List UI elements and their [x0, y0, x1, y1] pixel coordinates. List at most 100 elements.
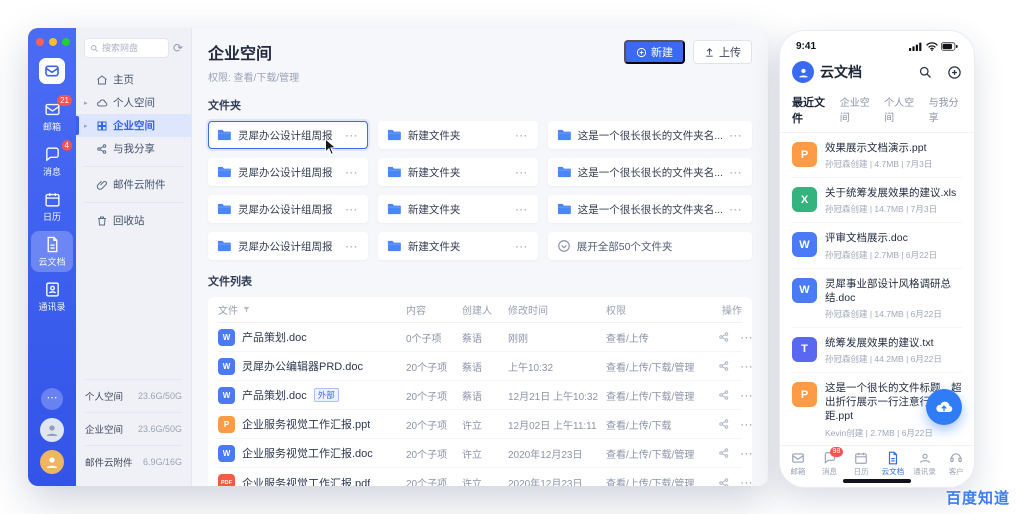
folder-more-button[interactable]: ⋯ [729, 166, 743, 179]
share-button[interactable] [718, 418, 730, 430]
search-input[interactable] [102, 43, 163, 53]
upload-button[interactable]: 上传 [693, 40, 752, 64]
list-item[interactable]: W 评审文档展示.doc 孙冠森创建 | 2.7MB | 6月22日 [792, 223, 962, 269]
share-button[interactable] [718, 447, 730, 459]
folder-more-button[interactable]: ⋯ [515, 240, 529, 253]
column-header-creator[interactable]: 创建人 [462, 302, 508, 317]
cloud-upload-fab[interactable] [926, 389, 962, 425]
sidebar-item-messages[interactable]: 4 消息 [31, 140, 73, 182]
expand-caret-icon[interactable]: ▸ [84, 122, 91, 130]
file-name[interactable]: 企业服务视觉工作汇报.ppt [242, 416, 370, 432]
nav-item-recycle-bin[interactable]: 回收站 [76, 209, 191, 232]
folder-more-button[interactable]: ⋯ [345, 129, 359, 142]
expand-caret-icon[interactable]: ▸ [84, 99, 91, 107]
avatar[interactable] [792, 61, 814, 83]
folder-more-button[interactable]: ⋯ [345, 166, 359, 179]
folder-more-button[interactable]: ⋯ [515, 203, 529, 216]
file-name[interactable]: 企业服务视觉工作汇报.doc [242, 445, 373, 461]
folder-more-button[interactable]: ⋯ [729, 129, 743, 142]
expand-all-folders-button[interactable]: 展开全部50个文件夹 [547, 232, 752, 260]
folder-card[interactable]: 灵犀办公设计组周报 ⋯ [208, 121, 368, 149]
tab-personal-space[interactable]: 个人空间 [884, 94, 917, 124]
folder-card[interactable]: 灵犀办公设计组周报 ⋯ [208, 158, 368, 186]
avatar[interactable] [40, 418, 64, 442]
sync-icon[interactable]: ⟳ [173, 42, 183, 54]
table-row[interactable]: W 产品策划.doc 外部 20个子项 蔡语 12月21日 上午10:32 查看… [218, 381, 753, 410]
folder-card[interactable]: 新建文件夹 ⋯ [377, 158, 538, 186]
folder-card[interactable]: 新建文件夹 ⋯ [377, 195, 538, 223]
permissions-subtitle: 权限: 查看/下载/管理 [208, 73, 300, 84]
table-row[interactable]: P 企业服务视觉工作汇报.ppt 20个子项 许立 12月02日 上午11:11… [218, 410, 753, 439]
list-item[interactable]: P 效果展示文档演示.ppt 孙冠森创建 | 4.7MB | 7月3日 [792, 133, 962, 179]
file-name[interactable]: 企业服务视觉工作汇报.pdf [242, 475, 370, 487]
avatar[interactable] [40, 450, 64, 474]
folder-card[interactable]: 灵犀办公设计组周报 ⋯ [208, 195, 368, 223]
folder-more-button[interactable]: ⋯ [345, 240, 359, 253]
close-button[interactable] [36, 38, 44, 46]
folder-card[interactable]: 这是一个很长很长的文件夹名... ⋯ [547, 195, 752, 223]
add-icon[interactable] [947, 65, 962, 80]
column-header-file[interactable]: 文件 [218, 302, 238, 317]
new-button[interactable]: 新建 [624, 40, 685, 64]
row-more-button[interactable]: ⋯ [740, 389, 754, 402]
column-header-permission[interactable]: 权限 [606, 302, 718, 317]
sidebar-item-contacts[interactable]: 通讯录 [31, 276, 73, 317]
column-header-modified[interactable]: 修改时间 [508, 302, 606, 317]
folders-section-title: 文件夹 [208, 100, 241, 112]
filter-icon[interactable] [242, 305, 251, 314]
folder-card[interactable]: 新建文件夹 ⋯ [377, 232, 538, 260]
tab-recent-files[interactable]: 最近文件 [792, 94, 829, 126]
table-row[interactable]: PDF 企业服务视觉工作汇报.pdf 20个子项 许立 2020年12月23日 … [218, 468, 753, 487]
minimize-button[interactable] [49, 38, 57, 46]
more-options-button[interactable]: ⋯ [41, 388, 63, 410]
list-item[interactable]: T 统筹发展效果的建议.txt 孙冠森创建 | 44.2MB | 6月22日 [792, 328, 962, 374]
phone-status-bar: 9:41 [780, 31, 974, 53]
folder-card[interactable]: 灵犀办公设计组周报 ⋯ [208, 232, 368, 260]
sidebar-item-calendar[interactable]: 日历 [31, 186, 73, 227]
share-button[interactable] [718, 477, 730, 486]
table-row[interactable]: W 灵犀办公编辑器PRD.doc 20个子项 蔡语 上午10:32 查看/上传/… [218, 352, 753, 381]
list-item[interactable]: X 关于统筹发展效果的建议.xls 孙冠森创建 | 14.7MB | 7月3日 [792, 178, 962, 224]
table-row[interactable]: W 产品策划.doc 0个子项 蔡语 刚刚 查看/上传 ⋯ [218, 323, 753, 352]
row-more-button[interactable]: ⋯ [740, 418, 754, 431]
folder-more-button[interactable]: ⋯ [515, 129, 529, 142]
folder-name: 新建文件夹 [407, 166, 461, 179]
sidebar-item-clouddocs[interactable]: 云文档 [31, 231, 73, 272]
tabbar-item-messages[interactable]: 98 消息 [814, 447, 846, 487]
column-header-content[interactable]: 内容 [406, 302, 462, 317]
folder-card[interactable]: 新建文件夹 ⋯ [377, 121, 538, 149]
row-more-button[interactable]: ⋯ [740, 331, 754, 344]
row-more-button[interactable]: ⋯ [740, 360, 754, 373]
nav-item-enterprise-space[interactable]: ▸ 企业空间 [76, 114, 191, 137]
share-button[interactable] [718, 389, 730, 401]
tab-enterprise-space[interactable]: 企业空间 [840, 94, 873, 124]
storage-row-personal: 个人空间 23.6G/50G [85, 379, 182, 412]
file-name[interactable]: 灵犀办公编辑器PRD.doc [242, 358, 363, 374]
zoom-button[interactable] [62, 38, 70, 46]
row-more-button[interactable]: ⋯ [740, 476, 754, 486]
nav-item-home[interactable]: 主页 [76, 68, 191, 91]
folder-more-button[interactable]: ⋯ [729, 203, 743, 216]
share-button[interactable] [718, 360, 730, 372]
folder-card[interactable]: 这是一个很长很长的文件夹名... ⋯ [547, 158, 752, 186]
search-box[interactable] [84, 38, 169, 58]
file-name[interactable]: 产品策划.doc [242, 329, 307, 345]
tabbar-item-contacts[interactable]: 通讯录 [909, 451, 941, 487]
row-more-button[interactable]: ⋯ [740, 447, 754, 460]
list-item[interactable]: W 灵犀事业部设计风格调研总结.doc 孙冠森创建 | 14.7MB | 6月2… [792, 269, 962, 328]
nav-item-personal-space[interactable]: ▸ 个人空间 [76, 91, 191, 114]
share-button[interactable] [718, 331, 730, 343]
folder-more-button[interactable]: ⋯ [515, 166, 529, 179]
search-icon[interactable] [918, 65, 933, 80]
nav-item-shared-with-me[interactable]: 与我分享 [76, 137, 191, 160]
tabbar-item-customer[interactable]: 客户 [940, 451, 972, 487]
sidebar-item-mail[interactable]: 21 邮箱 [31, 95, 73, 137]
tabbar-item-mail[interactable]: 邮箱 [782, 451, 814, 487]
file-name: 灵犀事业部设计风格调研总结.doc [825, 277, 951, 304]
folder-more-button[interactable]: ⋯ [345, 203, 359, 216]
nav-item-mail-attachments[interactable]: 邮件云附件 [76, 173, 191, 196]
tab-shared-with-me[interactable]: 与我分享 [929, 94, 962, 124]
file-name[interactable]: 产品策划.doc [242, 387, 307, 403]
table-row[interactable]: W 企业服务视觉工作汇报.doc 20个子项 许立 2020年12月23日 查看… [218, 439, 753, 468]
folder-card[interactable]: 这是一个很长很长的文件夹名... ⋯ [547, 121, 752, 149]
